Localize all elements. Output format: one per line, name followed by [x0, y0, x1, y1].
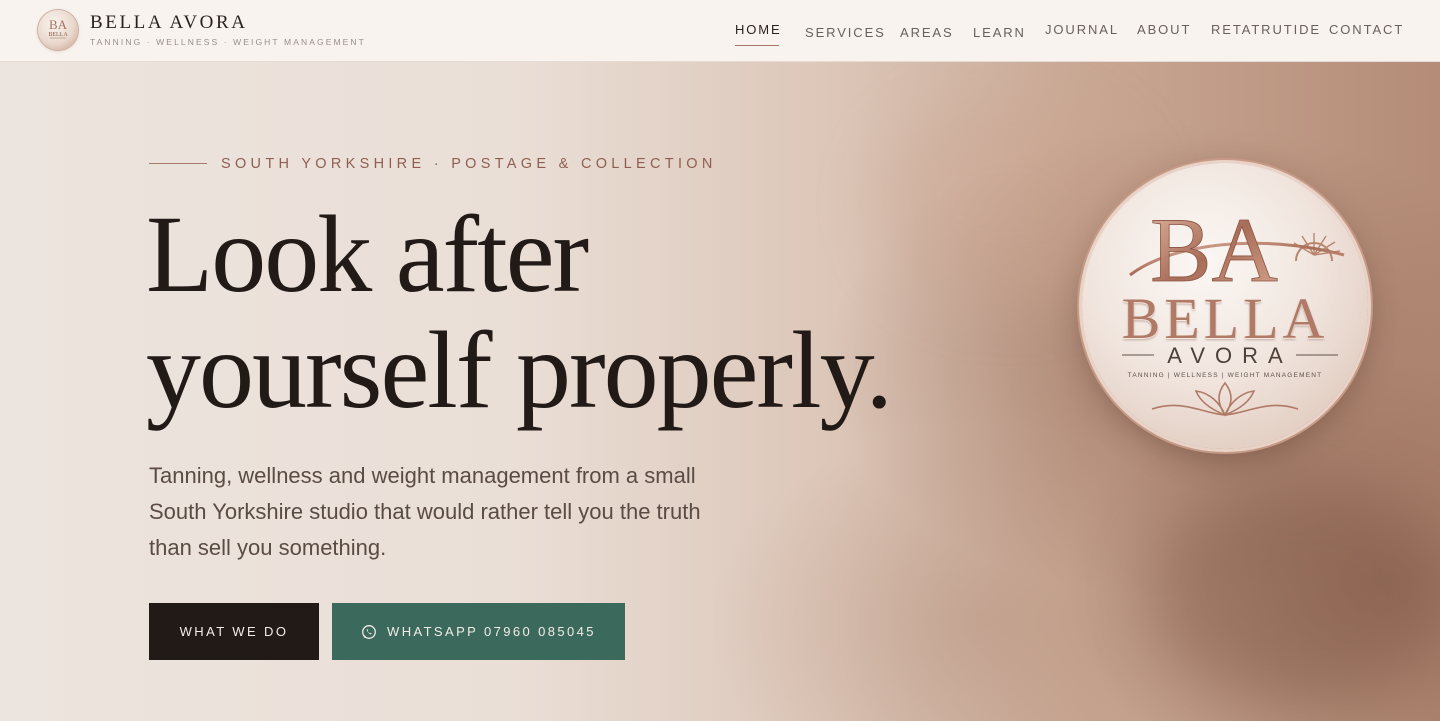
whatsapp-button[interactable]: WHATSAPP 07960 085045	[332, 603, 625, 660]
headline-line-2: yourself properly.	[146, 309, 893, 431]
what-we-do-label: WHAT WE DO	[179, 624, 289, 639]
hero-subtext: Tanning, wellness and weight management …	[149, 463, 701, 560]
nav-item-home[interactable]: HOME	[735, 22, 782, 37]
nav-item-learn[interactable]: LEARN	[973, 25, 1026, 40]
hero-headline: Look after yourself properly.	[146, 196, 1006, 428]
nav-item-journal[interactable]: JOURNAL	[1045, 22, 1119, 37]
nav-item-contact[interactable]: CONTACT	[1329, 22, 1404, 37]
what-we-do-button[interactable]: WHAT WE DO	[149, 603, 319, 660]
nav-item-retatrutide[interactable]: RETATRUTIDE	[1211, 22, 1321, 37]
brand-logo[interactable]: BA BELLA	[38, 10, 78, 50]
eyebrow-rule	[149, 163, 207, 164]
medallion-tagline: TANNING | WELLNESS | WEIGHT MANAGEMENT	[1127, 372, 1323, 379]
svg-text:BELLA: BELLA	[48, 32, 68, 38]
medallion-subname: AVORA	[1167, 343, 1293, 368]
hero-section: SOUTH YORKSHIRE · POSTAGE & COLLECTION L…	[0, 62, 1440, 721]
whatsapp-label: WHATSAPP 07960 085045	[387, 624, 596, 639]
nav-active-underline	[735, 45, 779, 46]
whatsapp-icon	[362, 624, 376, 639]
nav-item-about[interactable]: ABOUT	[1137, 22, 1191, 37]
background-haze	[1150, 482, 1440, 702]
headline-line-1: Look after	[146, 193, 589, 315]
svg-text:BA: BA	[49, 17, 68, 32]
hero-eyebrow: SOUTH YORKSHIRE · POSTAGE & COLLECTION	[221, 156, 717, 172]
brand-name[interactable]: BELLA AVORA	[90, 12, 248, 34]
nav-item-areas[interactable]: AREAS	[900, 25, 954, 40]
medallion-name: BELLA	[1121, 286, 1329, 351]
ba-monogram-icon: BA BELLA	[48, 17, 68, 39]
brand-tagline: TANNING · WELLNESS · WEIGHT MANAGEMENT	[90, 37, 366, 47]
site-header: BA BELLA BELLA AVORA TANNING · WELLNESS …	[0, 0, 1440, 62]
nav-item-services[interactable]: SERVICES	[805, 25, 886, 40]
brand-medallion: BA BELLA AVORA TANNING | WELLNESS | WEIG…	[1082, 163, 1368, 449]
lotus-icon	[1151, 381, 1299, 417]
